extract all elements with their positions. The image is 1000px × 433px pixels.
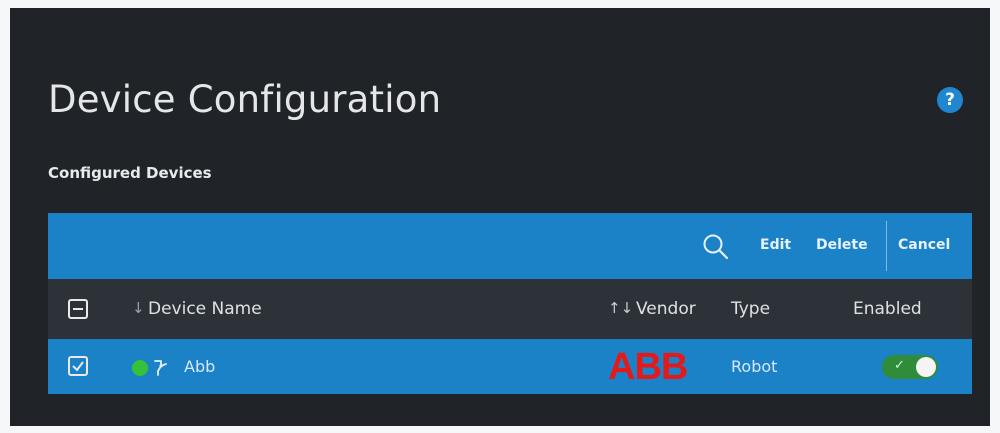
device-configuration-panel: Device Configuration ? Configured Device… (10, 8, 990, 426)
enabled-toggle[interactable]: ✓ (882, 355, 938, 379)
sort-desc-icon[interactable]: ↓ (132, 299, 145, 317)
page-title: Device Configuration (48, 78, 442, 121)
edit-button[interactable]: Edit (760, 237, 791, 253)
row-checkbox[interactable] (68, 356, 88, 376)
column-header-device-name[interactable]: Device Name (148, 299, 262, 319)
status-online-icon (132, 360, 148, 376)
robot-arm-icon (154, 360, 167, 376)
help-icon[interactable]: ? (937, 87, 963, 113)
delete-button[interactable]: Delete (816, 237, 868, 253)
table-toolbar: Edit Delete Cancel (48, 213, 972, 279)
column-header-type[interactable]: Type (731, 299, 770, 319)
toggle-knob (916, 357, 936, 377)
toggle-check-icon: ✓ (894, 358, 905, 373)
column-header-vendor[interactable]: Vendor (636, 299, 696, 319)
table-row[interactable]: Abb ABB Robot ✓ (48, 339, 972, 394)
select-all-checkbox[interactable] (68, 299, 88, 319)
search-icon[interactable] (702, 233, 730, 261)
indeterminate-icon (73, 308, 83, 310)
device-name-cell: Abb (184, 357, 216, 376)
type-cell: Robot (731, 357, 778, 376)
vendor-logo: ABB (608, 346, 688, 388)
checkmark-icon (72, 361, 84, 372)
section-subtitle: Configured Devices (48, 164, 212, 182)
cancel-button[interactable]: Cancel (898, 237, 950, 253)
sort-both-icon[interactable]: ↑↓ (608, 299, 633, 317)
toolbar-divider (886, 221, 887, 271)
table-header: ↓ Device Name ↑↓ Vendor Type Enabled (48, 279, 972, 339)
column-header-enabled[interactable]: Enabled (853, 299, 922, 319)
